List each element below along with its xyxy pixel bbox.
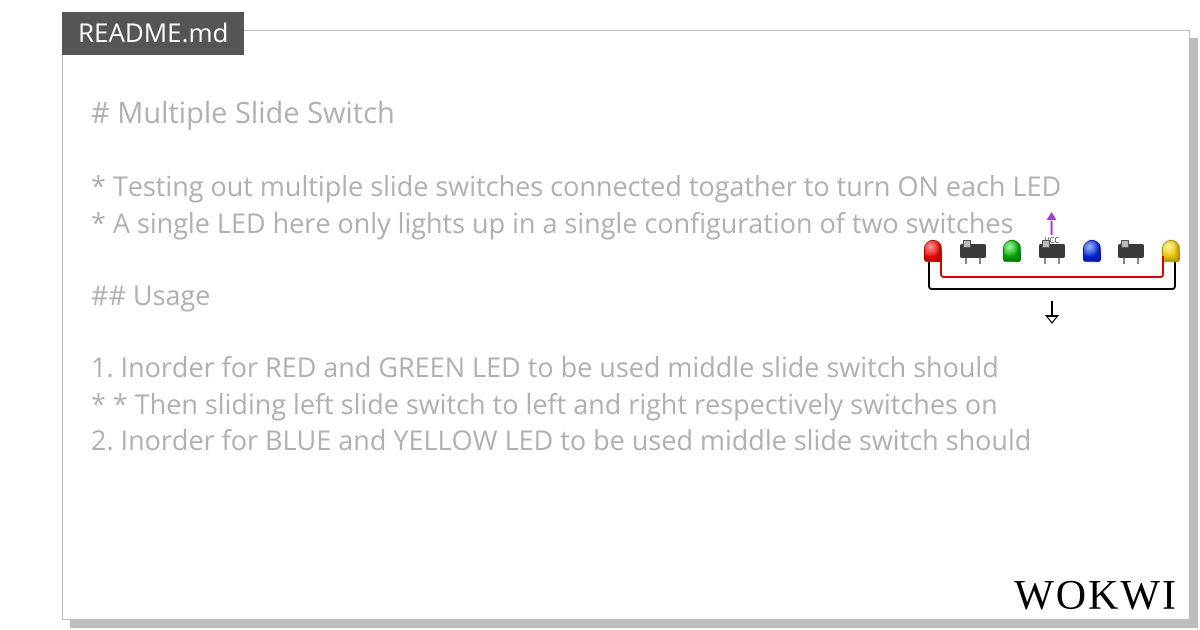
brand-logo: WOKWI — [1014, 572, 1178, 620]
circuit-thumbnail: VCC — [922, 212, 1182, 322]
step-item: * * Then sliding left slide switch to le… — [91, 386, 1189, 422]
file-tab-label: README.md — [78, 14, 228, 50]
readme-content: # Multiple Slide Switch * Testing out mu… — [91, 93, 1189, 619]
file-tab[interactable]: README.md — [62, 12, 244, 55]
gnd-icon — [1045, 301, 1059, 324]
led-yellow-icon — [1162, 240, 1180, 262]
wire-gnd-icon — [928, 262, 1176, 290]
readme-card: # Multiple Slide Switch * Testing out mu… — [62, 30, 1190, 620]
heading-1: # Multiple Slide Switch — [91, 93, 1189, 132]
step-item: 2. Inorder for BLUE and YELLOW LED to be… — [91, 422, 1189, 458]
brand-label: WOKWI — [1014, 573, 1178, 619]
step-item: 1. Inorder for RED and GREEN LED to be u… — [91, 349, 1189, 385]
bullet-item: * Testing out multiple slide switches co… — [91, 168, 1189, 204]
